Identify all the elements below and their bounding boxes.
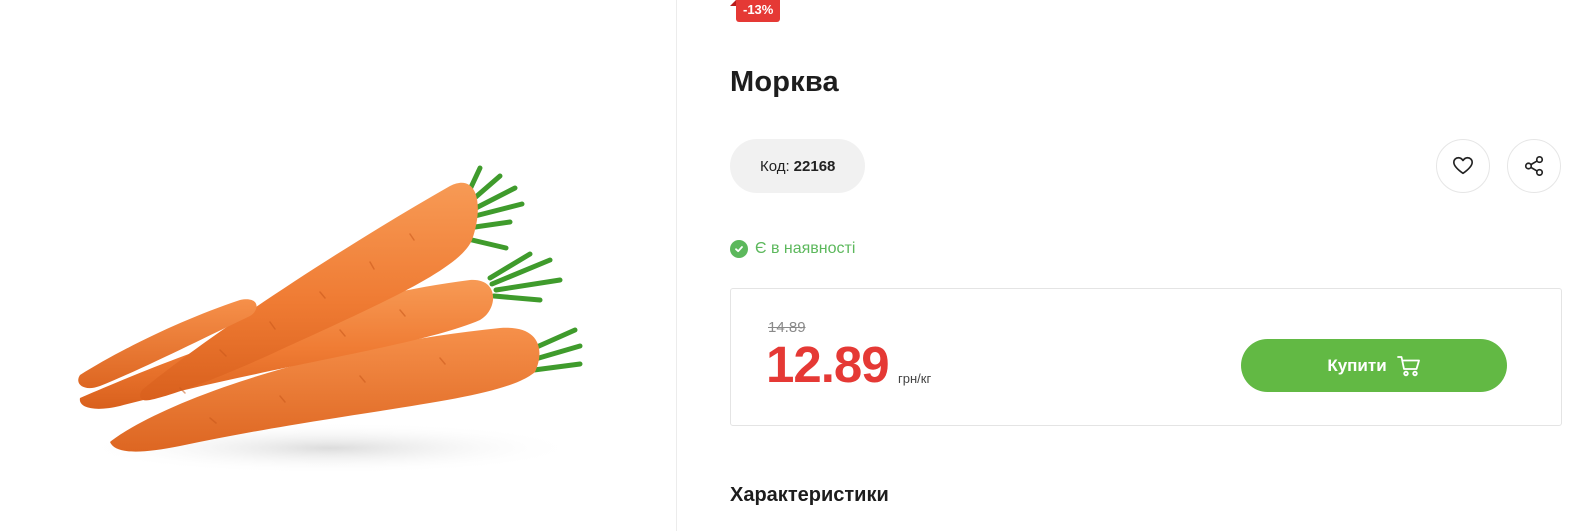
product-code-value: 22168 — [793, 157, 836, 175]
stock-status-text: Є в наявності — [755, 240, 856, 257]
favorite-button[interactable] — [1436, 139, 1490, 193]
heart-icon — [1453, 156, 1473, 175]
product-gallery — [0, 0, 677, 531]
share-icon — [1524, 156, 1544, 176]
product-info: -13% Морква Код: 22168 Є в наявності 14.… — [729, 0, 1562, 531]
buy-button-label: Купити — [1327, 355, 1387, 375]
product-code-label: Код: — [760, 157, 790, 175]
share-button[interactable] — [1507, 139, 1561, 193]
price-unit: грн/кг — [898, 371, 932, 386]
buy-button[interactable]: Купити — [1241, 339, 1507, 392]
price-box: 14.89 12.89 грн/кг Купити — [730, 288, 1562, 426]
current-price: 12.89 — [766, 336, 890, 393]
characteristics-heading: Характеристики — [730, 484, 889, 506]
old-price: 14.89 — [768, 319, 806, 336]
product-page: -13% Морква Код: 22168 Є в наявності 14.… — [0, 0, 1592, 531]
stock-status: Є в наявності — [730, 240, 855, 258]
product-code: Код: 22168 — [730, 139, 866, 193]
discount-badge: -13% — [729, 0, 781, 22]
cart-icon — [1396, 355, 1421, 377]
product-image-carrots[interactable] — [60, 150, 600, 480]
product-title: Морква — [730, 66, 839, 98]
check-circle-icon — [730, 240, 748, 258]
